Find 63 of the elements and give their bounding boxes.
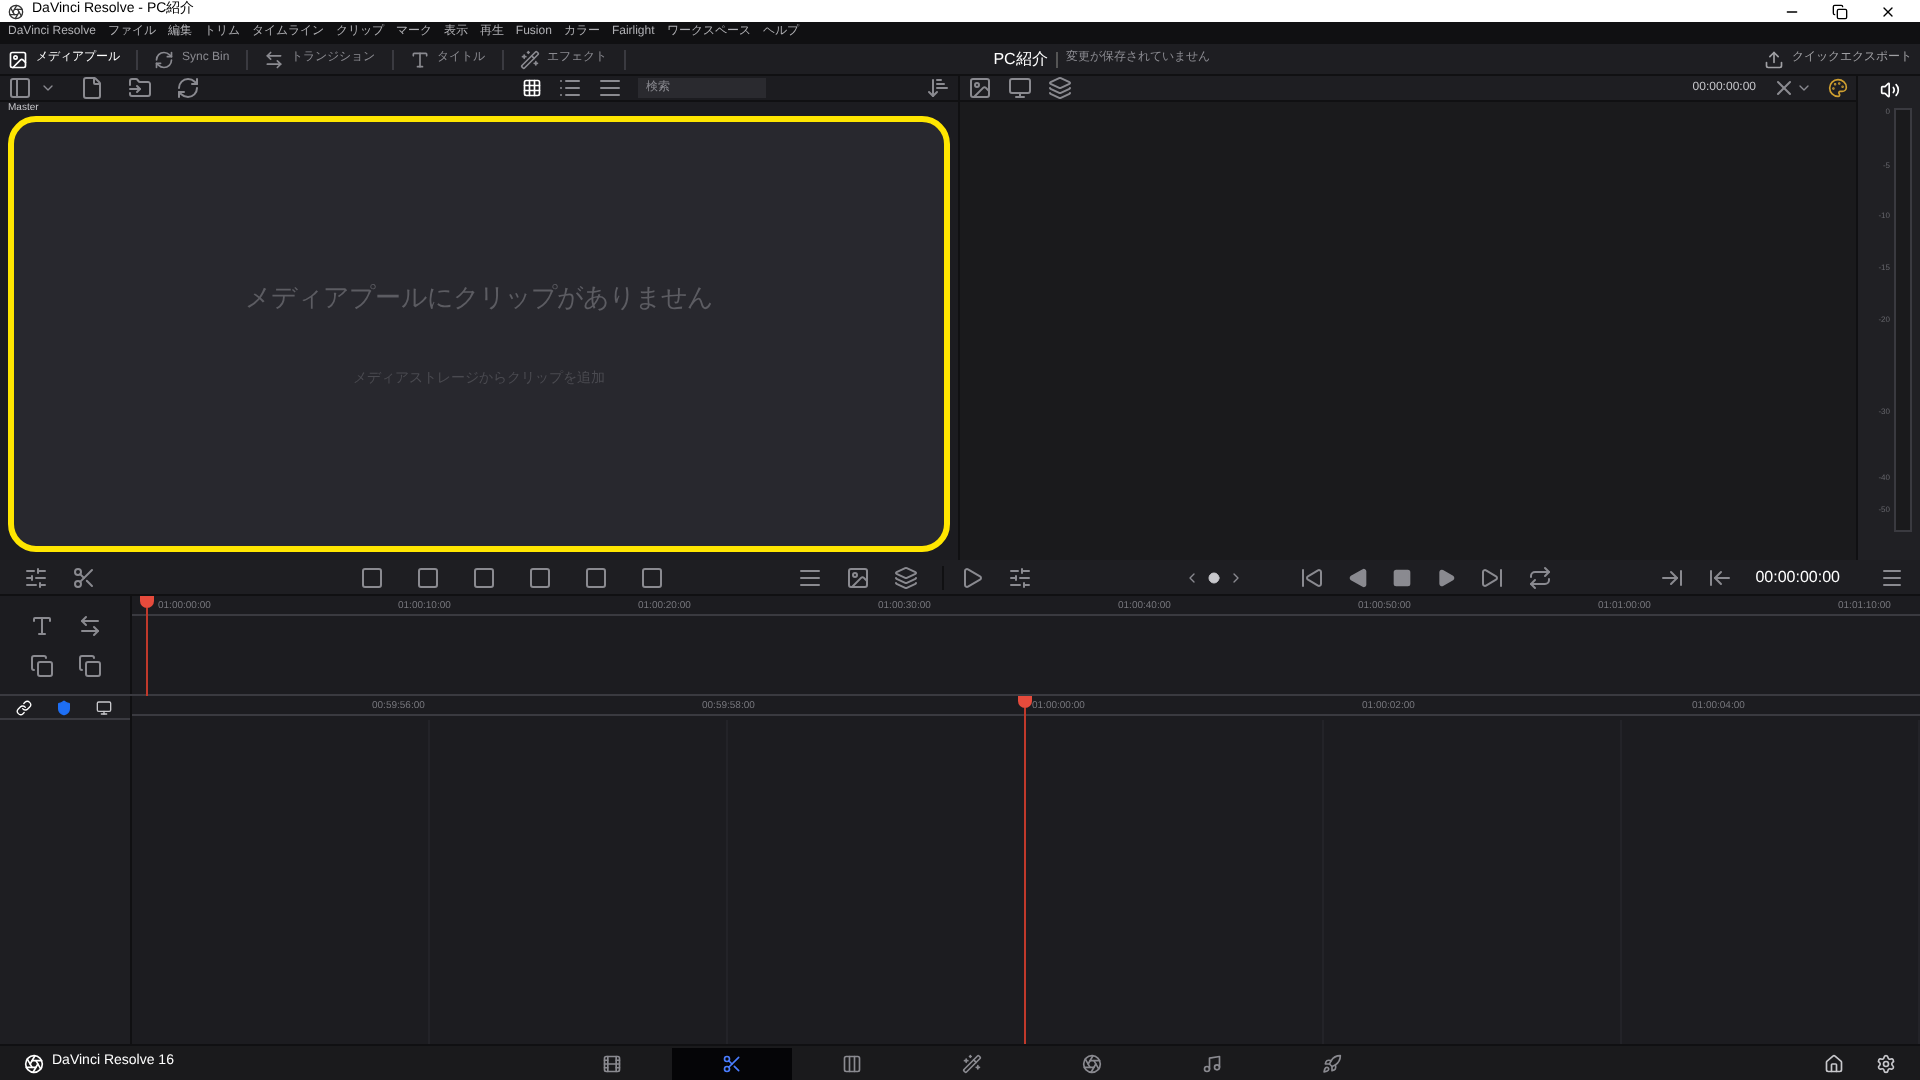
layers-icon[interactable] — [893, 565, 918, 589]
skip-forward-icon[interactable] — [1479, 565, 1504, 589]
sliders-icon[interactable] — [1007, 565, 1032, 589]
link-icon[interactable] — [16, 699, 32, 715]
scissors-icon[interactable] — [72, 565, 96, 589]
sync-icon — [154, 49, 174, 69]
chevron-down-icon[interactable] — [1796, 80, 1812, 96]
trim-icon[interactable] — [77, 613, 101, 637]
rocket-icon — [1322, 1053, 1342, 1073]
x-icon[interactable] — [1772, 76, 1796, 100]
strip-view-icon[interactable] — [598, 76, 622, 100]
file-icon[interactable] — [80, 76, 104, 100]
scissors-icon — [722, 1053, 742, 1073]
loop-icon[interactable] — [1527, 565, 1552, 589]
restore-icon[interactable] — [1832, 3, 1848, 19]
stop-icon[interactable] — [1391, 567, 1412, 587]
settings-icon[interactable] — [1876, 1053, 1896, 1073]
speaker-icon[interactable] — [1879, 80, 1899, 100]
film-icon — [602, 1053, 622, 1073]
playhead[interactable] — [1018, 696, 1032, 1044]
palette-icon[interactable] — [1828, 78, 1848, 98]
upload-icon — [1764, 49, 1784, 69]
app-logo-icon — [8, 3, 24, 19]
wand-icon — [519, 49, 540, 69]
playhead[interactable] — [140, 596, 154, 696]
transport-timecode: 00:00:00:00 — [1755, 565, 1840, 589]
close-icon[interactable] — [1880, 3, 1896, 19]
text-icon[interactable] — [29, 613, 53, 637]
transition-icon — [263, 49, 284, 69]
copy-icon[interactable] — [29, 653, 53, 677]
sort-icon[interactable] — [926, 76, 950, 100]
home-icon[interactable] — [1824, 1053, 1844, 1073]
dot-icon[interactable] — [1207, 571, 1220, 583]
play-reverse-icon[interactable] — [1347, 567, 1368, 587]
play-icon[interactable] — [959, 565, 984, 589]
page-tab[interactable] — [672, 1047, 792, 1079]
project-name: PC紹介 — [993, 47, 1048, 71]
play-icon[interactable] — [1435, 567, 1456, 587]
image-icon[interactable] — [845, 565, 870, 589]
image-icon[interactable] — [968, 76, 992, 100]
text-icon — [409, 49, 430, 69]
chevron-down-icon[interactable] — [40, 80, 56, 96]
grid-view-icon[interactable] — [522, 78, 542, 98]
shield-icon[interactable] — [56, 699, 72, 715]
skip-back-icon[interactable] — [1299, 565, 1324, 589]
folder-icon[interactable] — [128, 76, 152, 100]
monitor-icon[interactable] — [1008, 76, 1032, 100]
mark-out-icon[interactable] — [1659, 565, 1684, 589]
columns-icon — [842, 1053, 862, 1073]
music-icon — [1202, 1053, 1222, 1073]
wand-icon — [962, 1053, 982, 1073]
monitor-icon[interactable] — [96, 699, 112, 715]
sliders-icon[interactable] — [24, 565, 48, 589]
app-logo-icon — [24, 1053, 44, 1073]
sync-icon[interactable] — [176, 76, 200, 100]
image-icon — [8, 49, 28, 69]
mark-in-icon[interactable] — [1707, 565, 1732, 589]
copy-icon[interactable] — [77, 653, 101, 677]
aperture-icon — [1082, 1053, 1102, 1073]
panel-icon[interactable] — [8, 76, 32, 100]
list-icon[interactable] — [797, 565, 822, 589]
menu-icon[interactable] — [1880, 565, 1904, 589]
layers-icon[interactable] — [1048, 76, 1072, 100]
